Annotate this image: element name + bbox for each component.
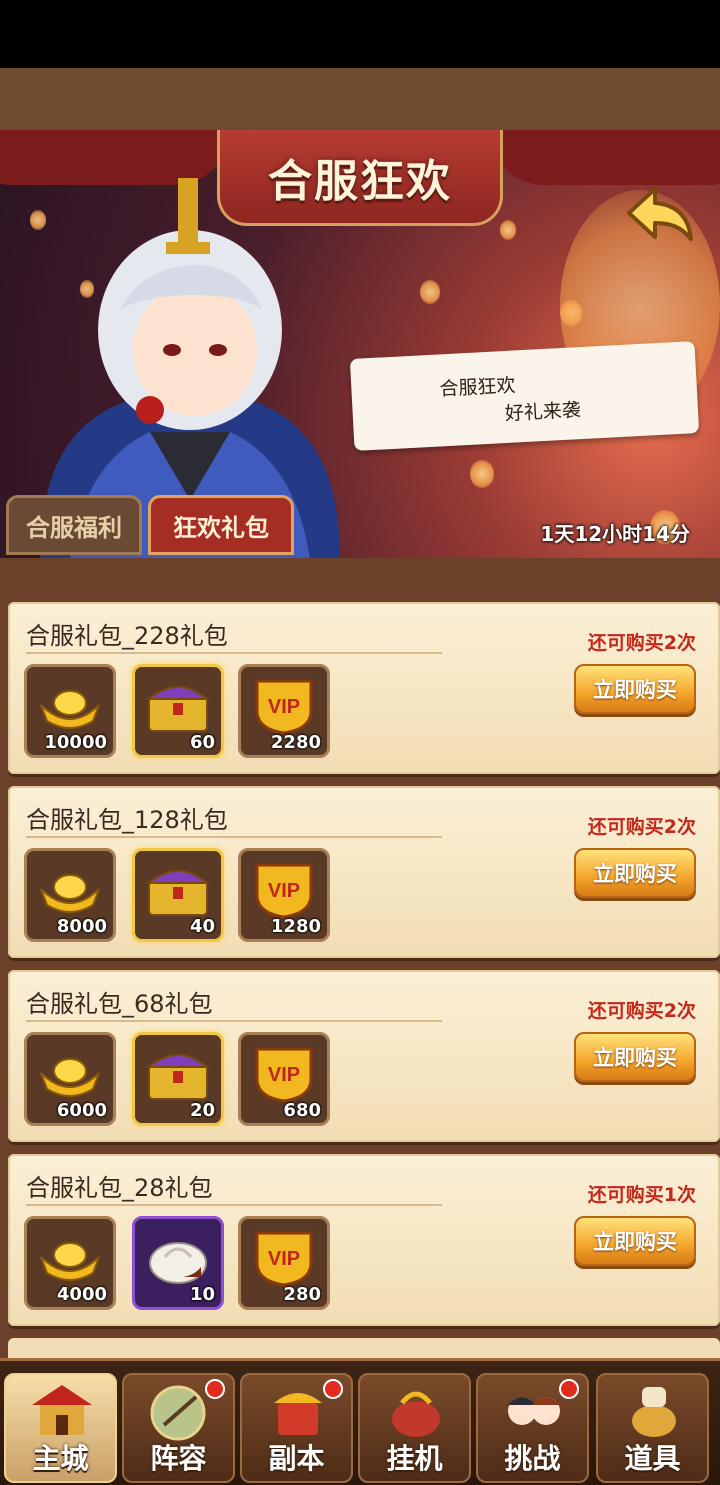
item-count: 2280	[270, 732, 321, 753]
remaining-purchases: 还可购买2次	[587, 816, 696, 838]
main-city-icon	[32, 1385, 92, 1435]
tab-merge-welfare[interactable]: 合服福利	[6, 495, 142, 555]
reward-item[interactable]: 40	[132, 848, 224, 942]
reward-item[interactable]: 10	[132, 1216, 224, 1310]
gold-ingot-icon	[40, 1058, 100, 1097]
reward-item[interactable]: 60	[132, 664, 224, 758]
gift-pack-card: 合服礼包_68礼包 还可购买2次 立即购买 6000 20 VIP 680	[8, 970, 720, 1142]
reward-item[interactable]: 6000	[24, 1032, 116, 1126]
remaining-purchases: 还可购买2次	[587, 632, 696, 654]
speech-line-2: 好礼来袭	[504, 399, 582, 426]
gift-pack-title: 合服礼包_228礼包	[26, 622, 228, 650]
top-strip	[0, 68, 720, 130]
gold-ingot-icon	[40, 874, 100, 913]
reward-item[interactable]: 10000	[24, 664, 116, 758]
nav-label: 挂机	[386, 1442, 443, 1475]
event-banner: 合服狂欢 合服狂欢 好礼来袭 合服福利 狂欢礼包 1天12小时14分	[0, 130, 720, 558]
item-count: 1280	[270, 916, 321, 937]
divider	[26, 1204, 442, 1206]
nav-idle[interactable]: 挂机	[358, 1373, 471, 1483]
next-gift-pack-card-partial	[8, 1338, 720, 1358]
curtain-right	[490, 130, 720, 185]
nav-challenge[interactable]: 挑战	[476, 1373, 589, 1483]
gold-ingot-icon	[40, 1242, 100, 1281]
item-count: 10	[189, 1284, 215, 1305]
vip-badge-icon: VIP	[255, 679, 313, 735]
gift-pack-list[interactable]: 合服礼包_228礼包 还可购买2次 立即购买 10000 60 VIP 2280…	[0, 558, 720, 1358]
treasure-chest-icon	[146, 1054, 210, 1100]
gift-pack-card: 合服礼包_28礼包 还可购买1次 立即购买 4000 10 VIP 280	[8, 1154, 720, 1326]
steamed-bun-icon	[149, 1242, 207, 1284]
countdown-timer: 1天12小时14分	[540, 522, 690, 546]
notification-dot	[205, 1379, 225, 1399]
item-count: 8000	[56, 916, 107, 937]
svg-text:VIP: VIP	[268, 1064, 300, 1086]
buy-now-button[interactable]: 立即购买	[574, 1216, 696, 1266]
item-count: 20	[189, 1100, 215, 1121]
notification-dot	[559, 1379, 579, 1399]
item-count: 680	[283, 1100, 321, 1121]
reward-item[interactable]: VIP 1280	[238, 848, 330, 942]
gold-ingot-icon	[40, 690, 100, 729]
speech-bubble: 合服狂欢 好礼来袭	[349, 341, 700, 451]
nav-label: 阵容	[150, 1442, 207, 1475]
speech-line-1: 合服狂欢	[438, 374, 517, 401]
nav-lineup[interactable]: 阵容	[122, 1373, 235, 1483]
buy-now-button[interactable]: 立即购买	[574, 848, 696, 898]
reward-item[interactable]: VIP 280	[238, 1216, 330, 1310]
nav-label: 副本	[268, 1442, 325, 1475]
remaining-purchases: 还可购买2次	[587, 1000, 696, 1022]
lineup-icon	[150, 1385, 206, 1441]
items-icon	[632, 1387, 676, 1437]
nav-items[interactable]: 道具	[596, 1373, 709, 1483]
vip-badge-icon: VIP	[255, 1047, 313, 1103]
tab-label: 狂欢礼包	[173, 513, 269, 542]
divider	[26, 652, 442, 654]
reward-item[interactable]: VIP 680	[238, 1032, 330, 1126]
vip-badge-icon: VIP	[255, 863, 313, 919]
reward-item[interactable]: 20	[132, 1032, 224, 1126]
status-bar	[0, 0, 720, 68]
vip-badge-icon: VIP	[255, 1231, 313, 1287]
gift-pack-card: 合服礼包_228礼包 还可购买2次 立即购买 10000 60 VIP 2280	[8, 602, 720, 774]
gift-pack-title: 合服礼包_28礼包	[26, 1174, 213, 1202]
idle-icon	[392, 1391, 440, 1437]
reward-item[interactable]: 4000	[24, 1216, 116, 1310]
item-count: 280	[283, 1284, 321, 1305]
nav-label: 道具	[624, 1442, 681, 1475]
nav-label: 主城	[32, 1442, 89, 1475]
svg-text:VIP: VIP	[268, 1248, 300, 1270]
nav-dungeon[interactable]: 副本	[240, 1373, 353, 1483]
notification-dot	[323, 1379, 343, 1399]
divider	[26, 1020, 442, 1022]
item-count: 60	[189, 732, 215, 753]
item-count: 6000	[56, 1100, 107, 1121]
back-arrow-icon	[627, 187, 693, 241]
buy-now-button[interactable]: 立即购买	[574, 1032, 696, 1082]
gift-pack-title: 合服礼包_128礼包	[26, 806, 228, 834]
treasure-chest-icon	[146, 686, 210, 732]
buy-now-button[interactable]: 立即购买	[574, 664, 696, 714]
bottom-nav: 主城 阵容 副本 挂机 挑战 道具	[0, 1358, 720, 1485]
item-count: 10000	[44, 732, 107, 753]
challenge-icon	[508, 1397, 560, 1425]
gift-pack-card: 合服礼包_128礼包 还可购买2次 立即购买 8000 40 VIP 1280	[8, 786, 720, 958]
tab-carnival-pack[interactable]: 狂欢礼包	[148, 495, 294, 555]
tab-label: 合服福利	[26, 513, 122, 542]
nav-main-city[interactable]: 主城	[4, 1373, 117, 1483]
back-button[interactable]	[622, 184, 700, 244]
gift-pack-title: 合服礼包_68礼包	[26, 990, 213, 1018]
divider	[26, 836, 442, 838]
nav-label: 挑战	[504, 1442, 561, 1475]
svg-text:VIP: VIP	[268, 696, 300, 718]
reward-item[interactable]: 8000	[24, 848, 116, 942]
dungeon-icon	[274, 1393, 322, 1435]
item-count: 4000	[56, 1284, 107, 1305]
remaining-purchases: 还可购买1次	[587, 1184, 696, 1206]
treasure-chest-icon	[146, 870, 210, 916]
svg-text:VIP: VIP	[268, 880, 300, 902]
item-count: 40	[189, 916, 215, 937]
reward-item[interactable]: VIP 2280	[238, 664, 330, 758]
